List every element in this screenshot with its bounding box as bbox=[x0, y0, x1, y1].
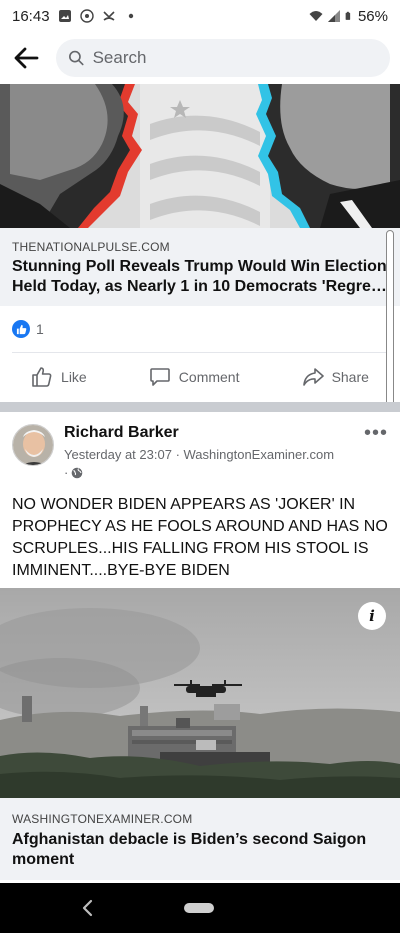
share-label: Share bbox=[331, 369, 369, 385]
post-timestamp[interactable]: Yesterday at 23:07 bbox=[64, 447, 172, 462]
share-icon bbox=[302, 368, 324, 386]
battery-icon bbox=[345, 11, 351, 20]
info-icon: i bbox=[369, 607, 375, 625]
feed-post: THENATIONALPULSE.COM Stunning Poll Revea… bbox=[0, 84, 400, 401]
post-meta: Yesterday at 23:07 · WashingtonExaminer.… bbox=[64, 447, 364, 462]
status-bar: 16:43 56% bbox=[0, 0, 400, 32]
system-nav-bar bbox=[0, 883, 400, 933]
share-button[interactable]: Share bbox=[302, 366, 369, 388]
dot-icon bbox=[128, 13, 133, 19]
author-name[interactable]: Richard Barker bbox=[64, 424, 364, 442]
link-preview-image[interactable] bbox=[0, 84, 400, 228]
post-source[interactable]: WashingtonExaminer.com bbox=[184, 447, 335, 462]
nav-back-icon[interactable] bbox=[78, 897, 98, 919]
info-button[interactable]: i bbox=[358, 602, 386, 630]
gallery-icon bbox=[58, 10, 71, 22]
link-domain: THENATIONALPULSE.COM bbox=[12, 240, 170, 254]
reaction-count: 1 bbox=[36, 321, 44, 337]
search-bar[interactable] bbox=[56, 39, 390, 77]
more-options-icon[interactable]: ••• bbox=[364, 423, 388, 482]
post-header: Richard Barker Yesterday at 23:07 · Wash… bbox=[0, 412, 400, 482]
comment-icon bbox=[149, 368, 170, 386]
comment-button[interactable]: Comment bbox=[149, 366, 240, 388]
post-separator bbox=[0, 402, 400, 412]
nav-home-button[interactable] bbox=[184, 903, 214, 913]
post-privacy: · bbox=[64, 465, 364, 480]
status-time: 16:43 bbox=[12, 7, 50, 25]
hero-image bbox=[0, 84, 400, 228]
feed-post: Richard Barker Yesterday at 23:07 · Wash… bbox=[0, 412, 400, 880]
reaction-summary[interactable]: 1 bbox=[0, 306, 400, 352]
search-input[interactable] bbox=[92, 48, 378, 68]
thumbs-up-icon bbox=[32, 367, 52, 387]
arrow-left-icon bbox=[14, 47, 39, 69]
photo-image bbox=[0, 588, 400, 798]
like-button[interactable]: Like bbox=[31, 366, 87, 388]
link-title[interactable]: Afghanistan debacle is Biden’s second Sa… bbox=[12, 830, 388, 870]
missed-call-icon bbox=[102, 11, 115, 21]
top-bar bbox=[0, 32, 400, 84]
avatar[interactable] bbox=[12, 424, 54, 466]
like-reaction-icon bbox=[12, 320, 30, 338]
public-globe-icon bbox=[72, 467, 83, 478]
comment-label: Comment bbox=[178, 369, 240, 385]
link-domain: WASHINGTONEXAMINER.COM bbox=[12, 812, 193, 826]
like-label: Like bbox=[61, 369, 87, 385]
battery-level: 56% bbox=[357, 7, 388, 25]
back-button[interactable] bbox=[10, 42, 42, 74]
link-preview-image[interactable]: i bbox=[0, 588, 400, 798]
link-title[interactable]: Stunning Poll Reveals Trump Would Win El… bbox=[12, 257, 388, 297]
meta-dot: · bbox=[64, 465, 69, 480]
meta-separator: · bbox=[175, 447, 184, 462]
link-preview-meta[interactable]: WASHINGTONEXAMINER.COM Afghanistan debac… bbox=[0, 798, 400, 880]
wifi-icon bbox=[309, 11, 323, 21]
search-icon bbox=[69, 50, 84, 66]
signal-icon bbox=[327, 10, 340, 22]
vpn-icon bbox=[79, 9, 94, 23]
scrollbar-thumb[interactable] bbox=[386, 230, 394, 406]
post-text: NO WONDER BIDEN APPEARS AS 'JOKER' IN PR… bbox=[12, 496, 388, 579]
link-preview-meta[interactable]: THENATIONALPULSE.COM Stunning Poll Revea… bbox=[0, 228, 400, 306]
post-actions: Like Comment Share bbox=[0, 353, 400, 401]
